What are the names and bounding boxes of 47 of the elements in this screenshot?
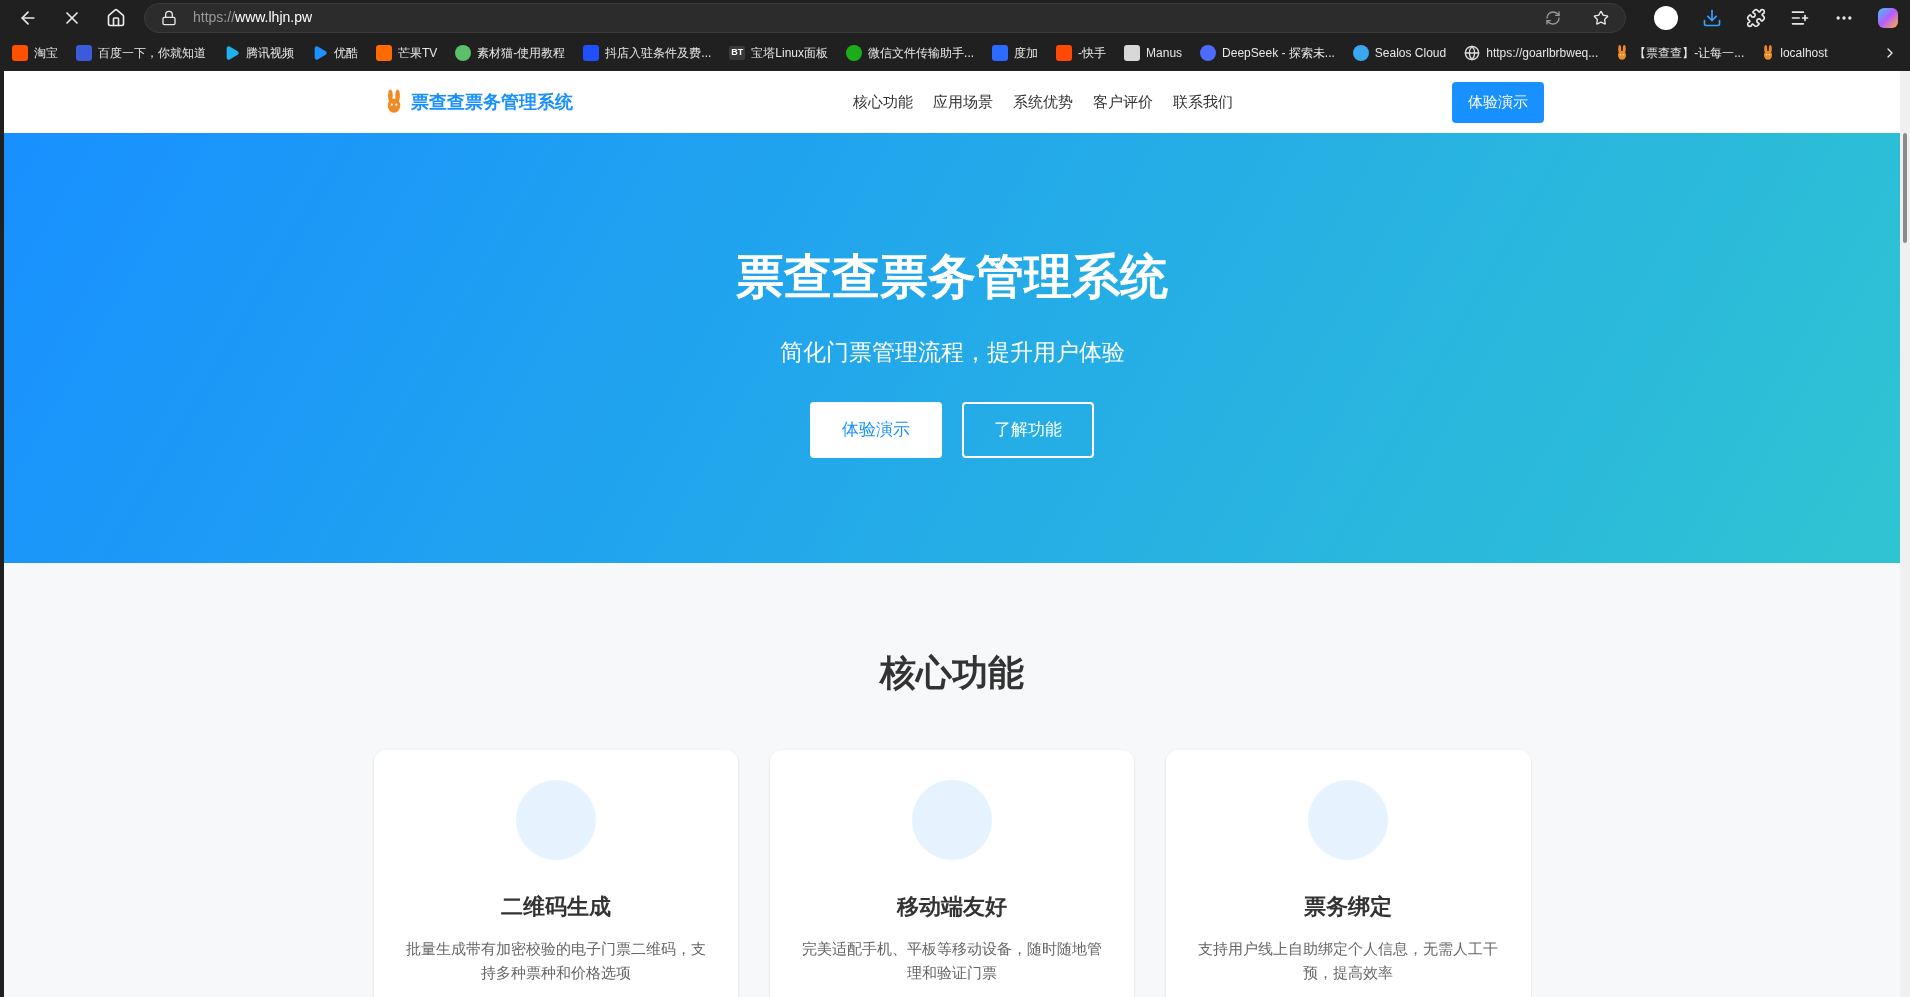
feature-text: 完美适配手机、平板等移动设备，随时随地管理和验证门票 — [802, 939, 1102, 983]
bookmark-link[interactable]: 度加 — [992, 44, 1039, 62]
feature-title: 二维码生成 — [500, 893, 611, 921]
bookmark-link[interactable]: localhost — [1762, 44, 1828, 62]
bookmark-link[interactable]: 淘宝 — [12, 44, 58, 62]
bookmark-link[interactable]: 素材猫-使用教程 — [455, 44, 566, 62]
bookmark-link[interactable]: DeepSeek - 探索未... — [1200, 44, 1335, 62]
bookmark-link[interactable]: 【票查查】-让每一... — [1616, 44, 1745, 62]
bookmark-link[interactable]: -快手 — [1056, 44, 1107, 62]
nav-link[interactable]: 联系我们 — [1172, 90, 1233, 114]
bookmark-link[interactable]: Manus — [1124, 44, 1183, 62]
hero-title: 票查查票务管理系统 — [736, 249, 1168, 305]
feature-title: 票务绑定 — [1304, 893, 1393, 921]
extensions-icon[interactable] — [1746, 7, 1766, 28]
feature-text: 批量生成带有加密校验的电子门票二维码，支持多种票种和价格选项 — [405, 939, 706, 983]
star-icon[interactable] — [1593, 9, 1609, 26]
download-icon[interactable] — [1702, 7, 1722, 28]
url-text: https://www.lhjn.pw — [193, 8, 314, 27]
section-title: 核心功能 — [880, 651, 1024, 695]
rabbit-logo-icon — [385, 89, 403, 115]
bookmark-link[interactable]: 优酷 — [312, 44, 358, 62]
nav-link[interactable]: 核心功能 — [852, 90, 913, 114]
bookmark-link[interactable]: 微信文件传输助手... — [846, 44, 975, 62]
rabbit-icon — [1762, 45, 1775, 61]
brand-name: 票查查票务管理系统 — [411, 90, 573, 114]
lock-icon — [161, 9, 177, 26]
bookmark-link[interactable]: 抖店入驻条件及费... — [583, 44, 712, 62]
bookmark-link[interactable]: 芒果TV — [376, 44, 438, 62]
home-icon[interactable] — [106, 7, 126, 28]
nav-link[interactable]: 应用场景 — [932, 90, 993, 114]
rabbit-icon — [1616, 45, 1629, 61]
copilot-icon[interactable] — [1878, 7, 1898, 28]
bookmark-link[interactable]: 百度一下，你就知道 — [76, 44, 206, 62]
nav-link[interactable]: 客户评价 — [1092, 90, 1153, 114]
bookmark-link[interactable]: 腾讯视频 — [224, 44, 294, 62]
profile-icon[interactable] — [1654, 5, 1678, 30]
nav-link[interactable]: 系统优势 — [1012, 90, 1073, 114]
bookmark-link[interactable]: BT 宝塔Linux面板 — [729, 44, 829, 62]
scrollbar[interactable] — [1900, 71, 1910, 997]
hero-subtitle: 简化门票管理流程，提升用户体验 — [779, 338, 1125, 367]
bookmark-link[interactable]: https://goarlbrbweq... — [1464, 44, 1599, 62]
refresh-icon[interactable] — [1545, 9, 1561, 26]
feature-title: 移动端友好 — [897, 893, 1007, 921]
address-bar[interactable]: https://www.lhjn.pw — [144, 2, 1626, 33]
feature-text: 支持用户线上自助绑定个人信息，无需人工干预，提高效率 — [1198, 939, 1499, 983]
site-badge: BT — [729, 46, 746, 60]
bookmark-link[interactable]: Sealos Cloud — [1352, 44, 1447, 62]
